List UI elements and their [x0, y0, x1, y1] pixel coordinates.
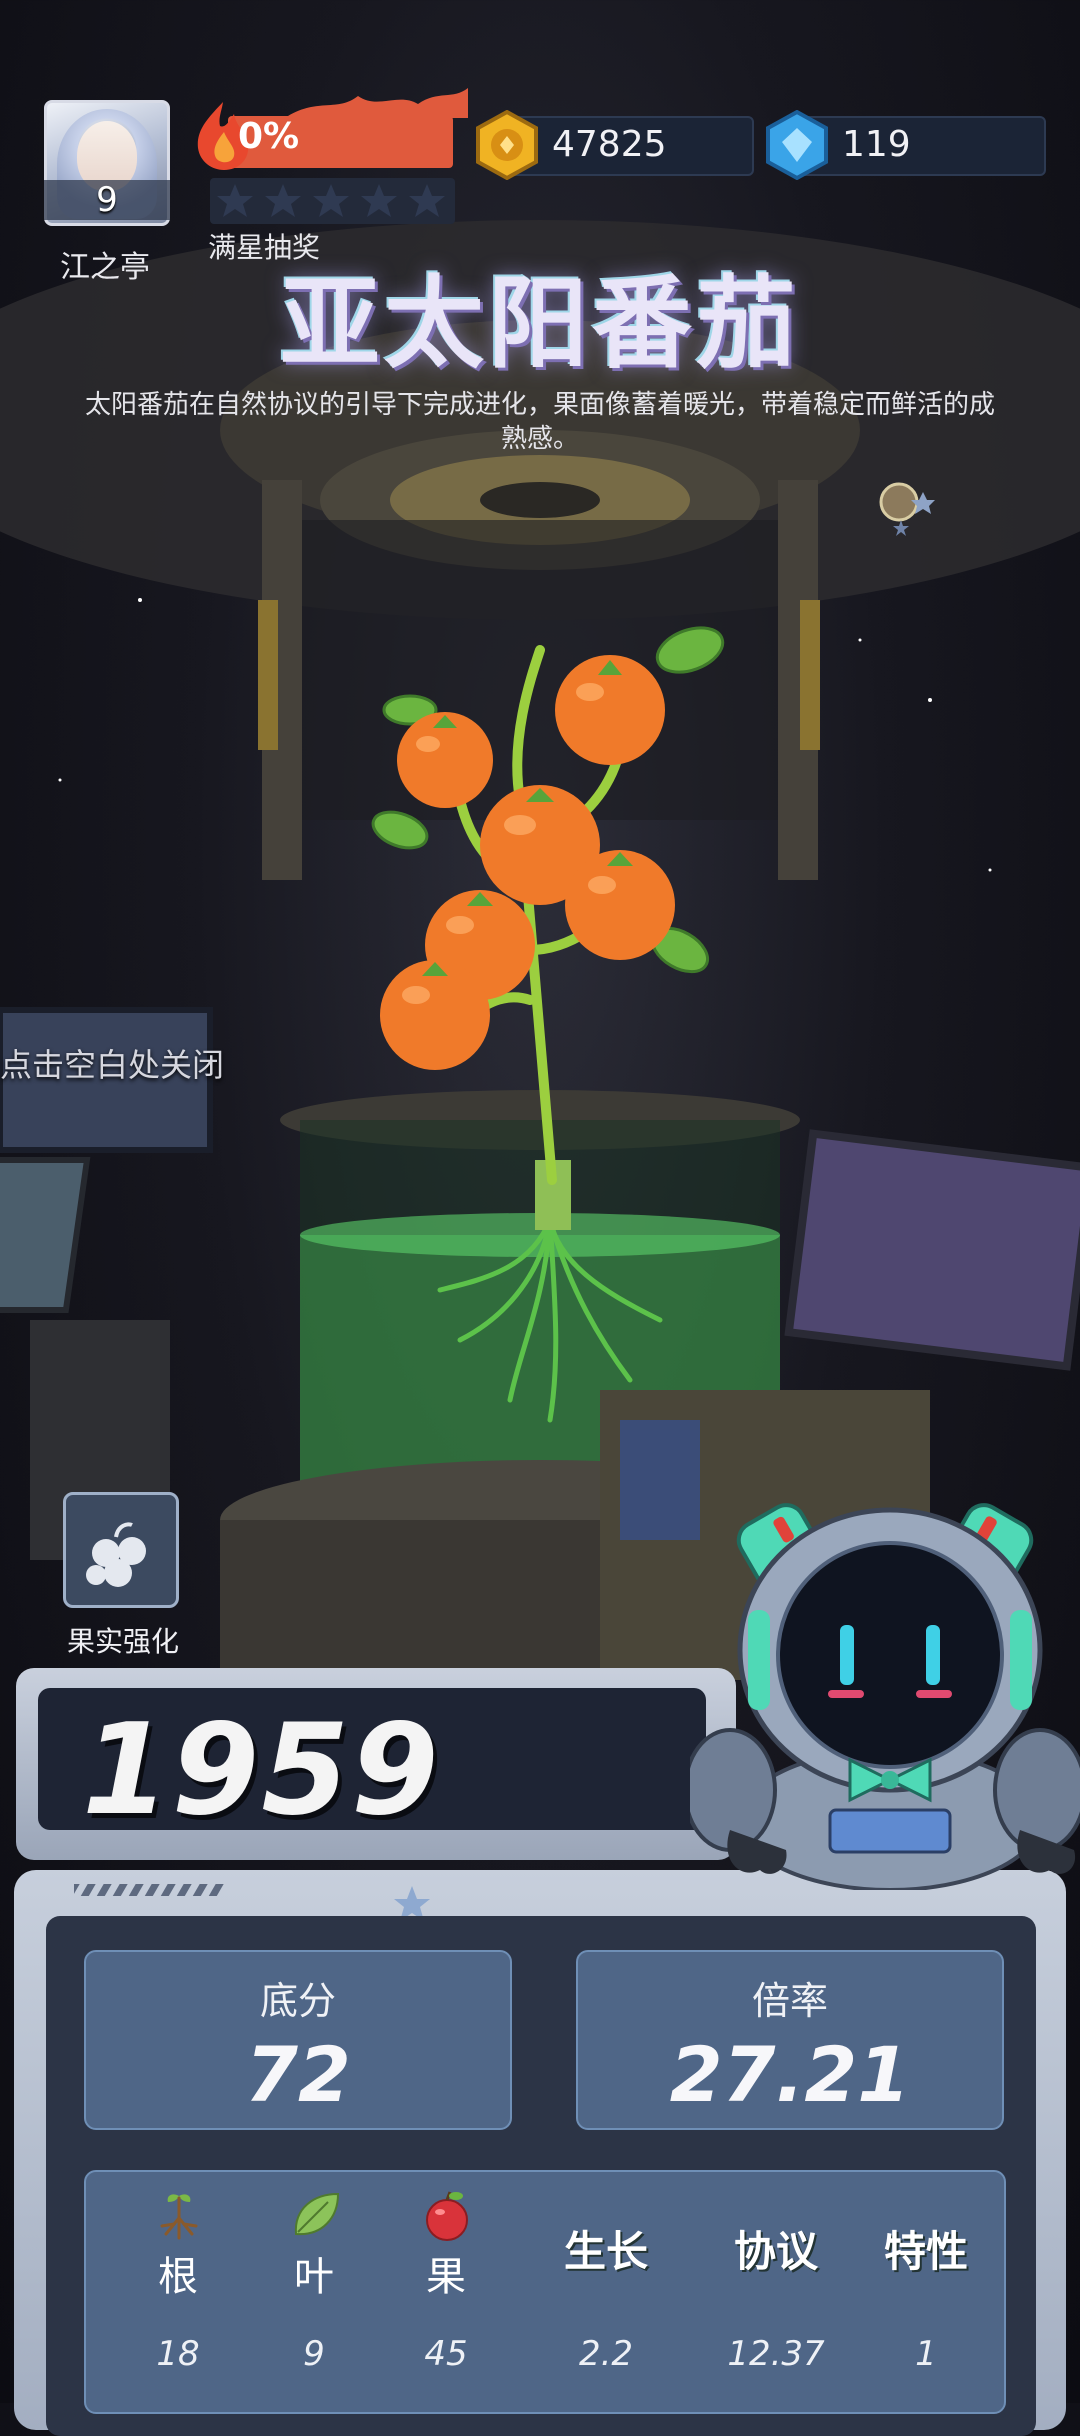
gem-counter[interactable]: 119: [766, 110, 1046, 180]
total-score-value: 1959: [82, 1696, 441, 1843]
attr-fruit: 果 45: [386, 2172, 506, 2412]
stats-panel: 底分 72 倍率 27.21 根 18 叶 9 果 45 生长 2.2 协议 1…: [14, 1870, 1066, 2436]
attributes-card: 根 18 叶 9 果 45 生长 2.2 协议 12.37 特性 1: [84, 2170, 1006, 2414]
leaf-icon: [294, 2192, 340, 2236]
player-level: 9: [44, 180, 170, 220]
robot-mascot: [690, 1503, 1080, 1890]
multiplier-label: 倍率: [751, 1979, 828, 2023]
attr-leaf-value: 9: [303, 2334, 325, 2374]
empty-star-icon: [409, 184, 445, 217]
multiplier-card: 倍率 27.21: [576, 1950, 1004, 2130]
plant-title: 亚太阳番茄: [280, 265, 800, 382]
star-progress-track: [210, 178, 455, 224]
plant-description: 太阳番茄在自然协议的引导下完成进化，果面像蓄着暖光，带着稳定而鲜活的成熟感。: [84, 390, 995, 454]
apple-icon: [426, 2191, 468, 2241]
fruit-enhance-button[interactable]: [63, 1492, 179, 1608]
attr-growth-value: 2.2: [578, 2334, 634, 2374]
attr-trait-label: 特性: [883, 2227, 968, 2276]
attr-leaf-label: 叶: [294, 2254, 334, 2300]
coin-counter[interactable]: 47825: [476, 110, 754, 180]
tap-to-close-hint[interactable]: 点击空白处关闭: [0, 1040, 224, 1086]
attr-trait-value: 1: [915, 2334, 937, 2374]
base-score-card: 底分 72: [84, 1950, 512, 2130]
flame-tip-decoration: [288, 88, 468, 118]
attr-trait: 特性 1: [866, 2172, 986, 2412]
attr-growth: 生长 2.2: [526, 2172, 686, 2412]
attr-protocol-label: 协议: [733, 2227, 818, 2276]
mini-star-badge-icon: [879, 482, 935, 536]
coin-value: 47825: [552, 124, 667, 165]
attr-fruit-label: 果: [426, 2254, 466, 2300]
empty-star-icon: [361, 184, 397, 217]
empty-star-icon: [313, 184, 349, 217]
base-score-label: 底分: [259, 1979, 336, 2023]
empty-star-icon: [265, 184, 301, 217]
base-score-value: 72: [245, 2030, 351, 2119]
gem-icon: [766, 110, 828, 180]
berries-icon: [86, 1522, 146, 1587]
empty-star-icon: [217, 184, 253, 217]
attr-growth-label: 生长: [563, 2227, 648, 2276]
attr-root: 根 18: [118, 2172, 238, 2412]
attr-protocol: 协议 12.37: [696, 2172, 856, 2412]
flame-progress-bar: 0%: [188, 88, 468, 172]
attr-leaf: 叶 9: [254, 2172, 374, 2412]
attr-protocol-value: 12.37: [727, 2334, 825, 2374]
total-score-panel: 1959: [16, 1668, 736, 1860]
tomato-plant-image: [371, 626, 725, 1423]
attr-root-label: 根: [158, 2254, 198, 2300]
root-icon: [160, 2194, 198, 2240]
coin-icon: [476, 110, 538, 180]
panel-stripes: [74, 1884, 224, 1896]
attr-fruit-value: 45: [424, 2334, 468, 2374]
fruit-enhance-label: 果实强化: [66, 1625, 179, 1658]
attr-root-value: 18: [156, 2334, 200, 2374]
gem-value: 119: [842, 124, 911, 165]
multiplier-value: 27.21: [669, 2030, 911, 2119]
flame-percent: 0%: [238, 116, 300, 157]
